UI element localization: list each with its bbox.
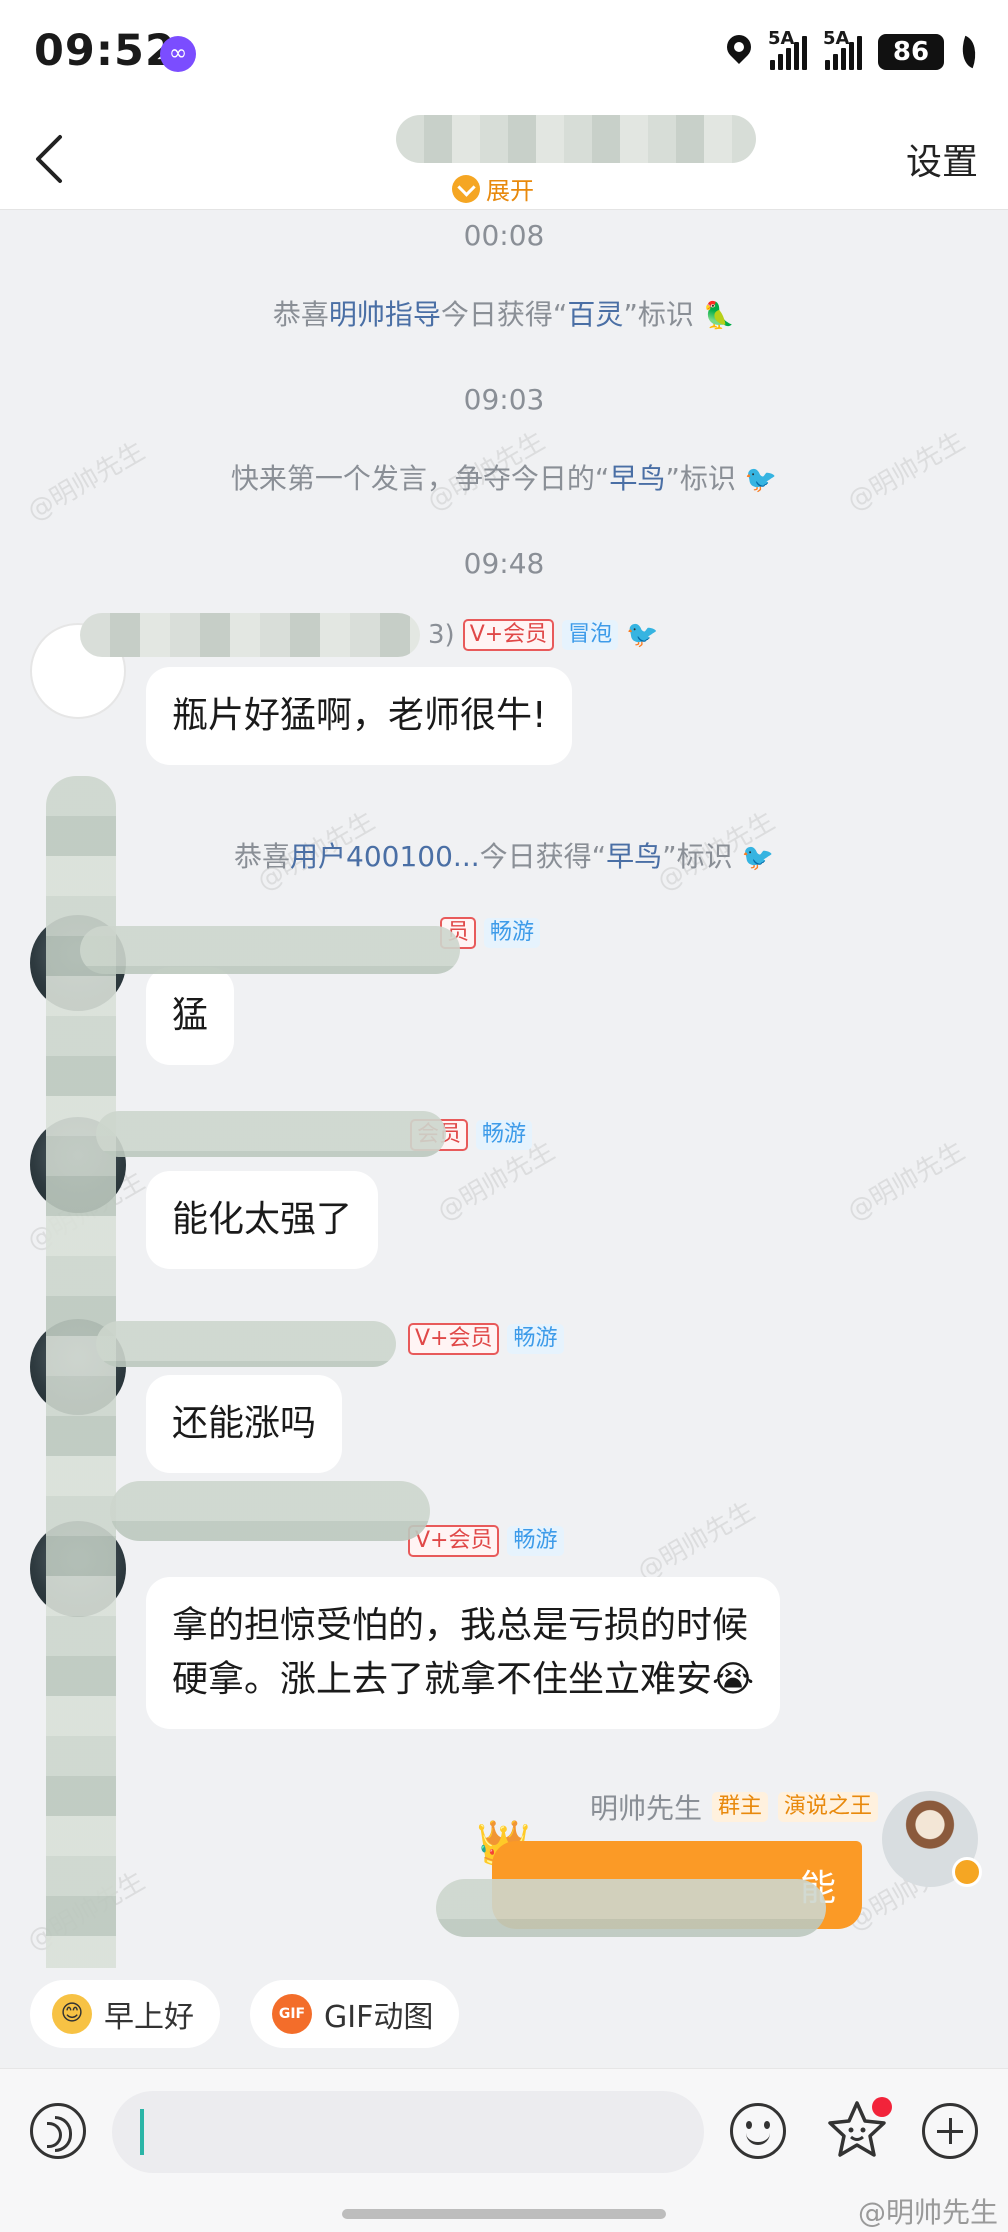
- sender-name[interactable]: 明帅先生: [590, 1787, 702, 1827]
- location-icon: [726, 35, 752, 69]
- text-caret: [140, 2109, 144, 2155]
- level-badge: 畅游: [484, 918, 541, 948]
- message-input[interactable]: [112, 2091, 704, 2173]
- level-badge: 冒泡: [562, 620, 619, 650]
- chat-area[interactable]: @明帅先生 @明帅先生 @明帅先生 @明帅先生 @明帅先生 @明帅先生 @明帅先…: [0, 211, 1008, 1969]
- signal-label-2: 5A: [823, 28, 850, 49]
- footer-watermark: @明帅先生: [857, 2196, 998, 2229]
- level-badge: 畅游: [507, 1526, 564, 1556]
- quick-reply-gif[interactable]: GIF GIF动图: [250, 1980, 460, 2048]
- power-saving-icon: [955, 35, 983, 69]
- privacy-blur: [110, 1481, 430, 1541]
- signal-icon-2: 5A: [823, 28, 862, 70]
- expand-toggle[interactable]: 展开: [452, 171, 534, 206]
- message-bubble[interactable]: 猛: [146, 967, 235, 1065]
- signal-icon: 5A: [768, 28, 807, 70]
- timestamp: 09:48: [463, 547, 545, 580]
- group-title: █████████: [396, 115, 756, 163]
- privacy-blur: [80, 926, 460, 974]
- privacy-blur: [436, 1879, 826, 1937]
- bird-icon: 🐦: [741, 843, 774, 873]
- message-bubble[interactable]: 瓶片好猛啊，老师很牛!: [146, 667, 573, 765]
- status-time: 09:52: [34, 26, 176, 76]
- chip-label: 早上好: [104, 2000, 194, 2035]
- watermark: @明帅先生: [842, 1136, 971, 1228]
- more-button[interactable]: [922, 2103, 978, 2159]
- system-message: 恭喜用户400100...今日获得“早鸟”标识 🐦: [234, 840, 774, 873]
- sender-name-tail: 3): [428, 620, 455, 650]
- message-line: 拿的担惊受怕的，我总是亏损的时候: [172, 1605, 749, 1646]
- status-icons: 5A 5A 86: [726, 28, 983, 74]
- privacy-blur: [96, 1321, 396, 1367]
- bird-icon: 🦜: [702, 301, 736, 331]
- sender-info: V+会员 畅游: [408, 1525, 564, 1557]
- app-notification-icon: ∞: [160, 36, 196, 72]
- signal-label: 5A: [768, 28, 795, 49]
- system-message: 快来第一个发言，争夺今日的“早鸟”标识 🐦: [230, 462, 778, 495]
- settings-button[interactable]: 设置: [906, 133, 978, 185]
- timestamp: 09:03: [463, 383, 545, 416]
- emoji-button[interactable]: [730, 2103, 786, 2159]
- input-bar: @明帅先生: [0, 2068, 1008, 2232]
- battery-indicator: 86: [878, 34, 944, 70]
- watermark: @明帅先生: [632, 1496, 761, 1588]
- status-bar: 09:52 ∞ 5A 5A 86: [0, 0, 1008, 105]
- message-bubble[interactable]: 能化太强了: [146, 1171, 379, 1269]
- sender-info: V+会员 畅游: [408, 1323, 564, 1355]
- verified-icon: [952, 1857, 982, 1887]
- owner-sender-info: 明帅先生 群主 演说之王: [590, 1787, 878, 1827]
- sun-face-icon: 😊: [52, 1994, 92, 2034]
- chip-label: GIF动图: [324, 2000, 434, 2035]
- quick-reply-bar: 😊 早上好 GIF GIF动图: [0, 1968, 1008, 2068]
- back-button[interactable]: [24, 129, 84, 189]
- home-indicator[interactable]: [342, 2209, 666, 2219]
- chevron-down-icon: [452, 174, 480, 203]
- notification-dot: [872, 2097, 892, 2117]
- user-link[interactable]: 用户400100...: [290, 840, 480, 873]
- gif-icon: GIF: [272, 1994, 312, 2034]
- privacy-blur: [96, 1111, 446, 1157]
- message-bubble[interactable]: 拿的担惊受怕的，我总是亏损的时候 硬拿。涨上去了就拿不住坐立难安😭: [146, 1577, 781, 1729]
- owner-badge: 群主: [711, 1792, 768, 1822]
- bird-icon: 🐦: [626, 620, 659, 650]
- timestamp: 00:08: [463, 219, 545, 252]
- voice-button[interactable]: [30, 2103, 86, 2159]
- user-link[interactable]: 明帅指导: [329, 298, 441, 331]
- chat-header: █████████ 展开 设置: [0, 105, 1008, 210]
- level-badge: 畅游: [476, 1120, 533, 1150]
- title-badge: 演说之王: [777, 1792, 878, 1822]
- sender-info: 3) V+会员 冒泡 🐦: [80, 613, 659, 657]
- system-message: 恭喜明帅指导今日获得“百灵”标识 🦜: [272, 298, 736, 331]
- level-badge: 畅游: [507, 1324, 564, 1354]
- message-line: 硬拿。涨上去了就拿不住坐立难安😭: [172, 1659, 755, 1700]
- sender-name[interactable]: [80, 613, 420, 657]
- vip-badge: V+会员: [462, 619, 555, 651]
- chevron-left-icon: [36, 135, 62, 183]
- message-bubble[interactable]: 还能涨吗: [146, 1375, 343, 1473]
- quick-reply-good-morning[interactable]: 😊 早上好: [30, 1980, 220, 2048]
- vip-badge: V+会员: [408, 1323, 500, 1355]
- bird-icon: 🐦: [744, 465, 778, 495]
- expand-label: 展开: [486, 177, 534, 205]
